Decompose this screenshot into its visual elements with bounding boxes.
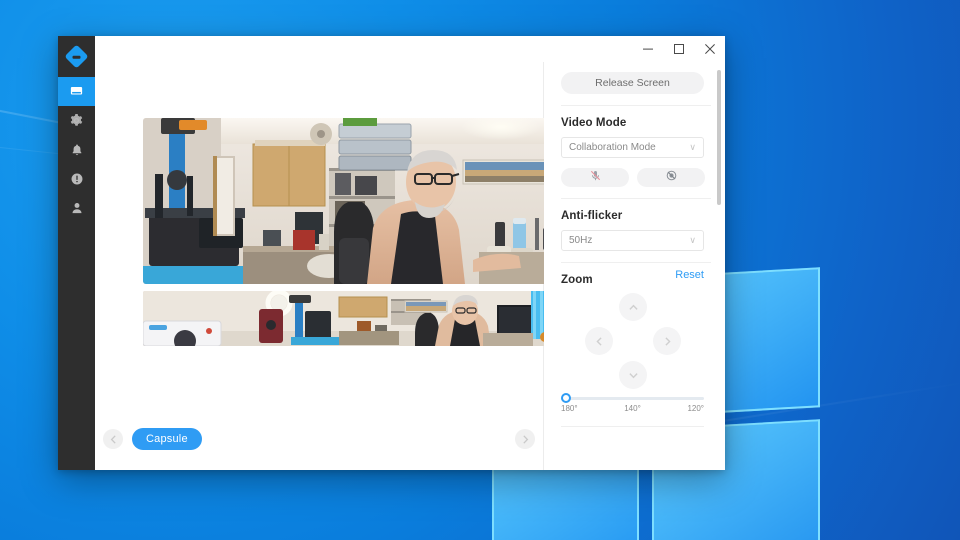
device-tab-capsule[interactable]: Capsule: [132, 428, 202, 450]
release-screen-button[interactable]: Release Screen: [561, 72, 704, 94]
camera-muted-icon: [665, 169, 678, 187]
anti-flicker-value: 50Hz: [569, 235, 593, 246]
maximize-icon: [673, 44, 684, 54]
zoom-tick: 120°: [687, 404, 704, 413]
carousel-next-button[interactable]: [515, 429, 535, 449]
zoom-slider[interactable]: 180° 140° 120°: [561, 393, 704, 413]
sidebar-item-info[interactable]: [58, 164, 95, 193]
device-carousel: Capsule: [95, 422, 543, 456]
zoom-slider-track[interactable]: [561, 393, 704, 403]
monitor-icon: [69, 84, 84, 99]
zoom-slider-thumb[interactable]: [561, 393, 571, 403]
settings-panel: Release Screen Video Mode Collaboration …: [544, 62, 725, 470]
chevron-right-icon: [522, 434, 528, 444]
application-window: Capsule Release Screen Video Mode Collab…: [58, 36, 725, 470]
chevron-up-icon: [628, 304, 638, 310]
person-icon: [70, 201, 84, 215]
info-icon: [70, 172, 84, 186]
sidebar-item-notifications[interactable]: [58, 135, 95, 164]
pan-down-button[interactable]: [619, 361, 647, 389]
zoom-label: Zoom: [561, 274, 593, 286]
zoom-tick: 140°: [624, 404, 641, 413]
panel-divider: [561, 198, 711, 199]
sidebar-item-screen[interactable]: [58, 77, 95, 106]
chevron-left-icon: [110, 434, 116, 444]
window-content: Capsule Release Screen Video Mode Collab…: [95, 36, 725, 470]
panoramic-strip-view[interactable]: [143, 291, 580, 346]
chevron-down-icon: ∨: [689, 235, 696, 245]
panel-scrollbar-thumb[interactable]: [717, 70, 721, 205]
minimize-button[interactable]: [632, 36, 663, 62]
sidebar-item-account[interactable]: [58, 193, 95, 222]
diamond-logo-icon: [64, 44, 89, 69]
zoom-slider-ticks: 180° 140° 120°: [561, 404, 704, 413]
bell-icon: [70, 143, 84, 157]
zoom-tick: 180°: [561, 404, 578, 413]
chevron-down-icon: ∨: [689, 142, 696, 152]
window-body: Capsule Release Screen Video Mode Collab…: [95, 62, 725, 470]
pan-up-button[interactable]: [619, 293, 647, 321]
video-stage: Capsule: [95, 62, 580, 470]
maximize-button[interactable]: [663, 36, 694, 62]
video-mode-toggles: [561, 168, 711, 187]
microphone-muted-icon: [589, 169, 602, 187]
desktop: Capsule Release Screen Video Mode Collab…: [0, 0, 960, 540]
title-bar: [95, 36, 725, 62]
chevron-right-icon: [664, 336, 671, 346]
zoom-direction-pad: [561, 290, 704, 393]
gear-icon: [69, 113, 84, 128]
camera-mute-button[interactable]: [637, 168, 705, 187]
close-icon: [704, 44, 715, 54]
zoom-section-header: Zoom Reset: [561, 263, 704, 287]
minimize-icon: [642, 48, 653, 50]
video-mode-label: Video Mode: [561, 117, 627, 129]
microphone-mute-button[interactable]: [561, 168, 629, 187]
sidebar-rail: [58, 36, 95, 470]
pan-left-button[interactable]: [585, 327, 613, 355]
anti-flicker-label: Anti-flicker: [561, 210, 623, 222]
close-button[interactable]: [694, 36, 725, 62]
panel-divider: [561, 105, 711, 106]
video-mode-select[interactable]: Collaboration Mode ∨: [561, 137, 704, 158]
panel-divider: [561, 426, 704, 427]
sidebar-item-settings[interactable]: [58, 106, 95, 135]
carousel-prev-button[interactable]: [103, 429, 123, 449]
chevron-left-icon: [595, 336, 602, 346]
chevron-down-icon: [628, 372, 638, 378]
zoom-reset-link[interactable]: Reset: [675, 269, 704, 281]
main-camera-view[interactable]: [143, 118, 580, 284]
app-logo: [58, 36, 95, 77]
pan-right-button[interactable]: [653, 327, 681, 355]
video-mode-value: Collaboration Mode: [569, 142, 656, 153]
anti-flicker-select[interactable]: 50Hz ∨: [561, 230, 704, 251]
